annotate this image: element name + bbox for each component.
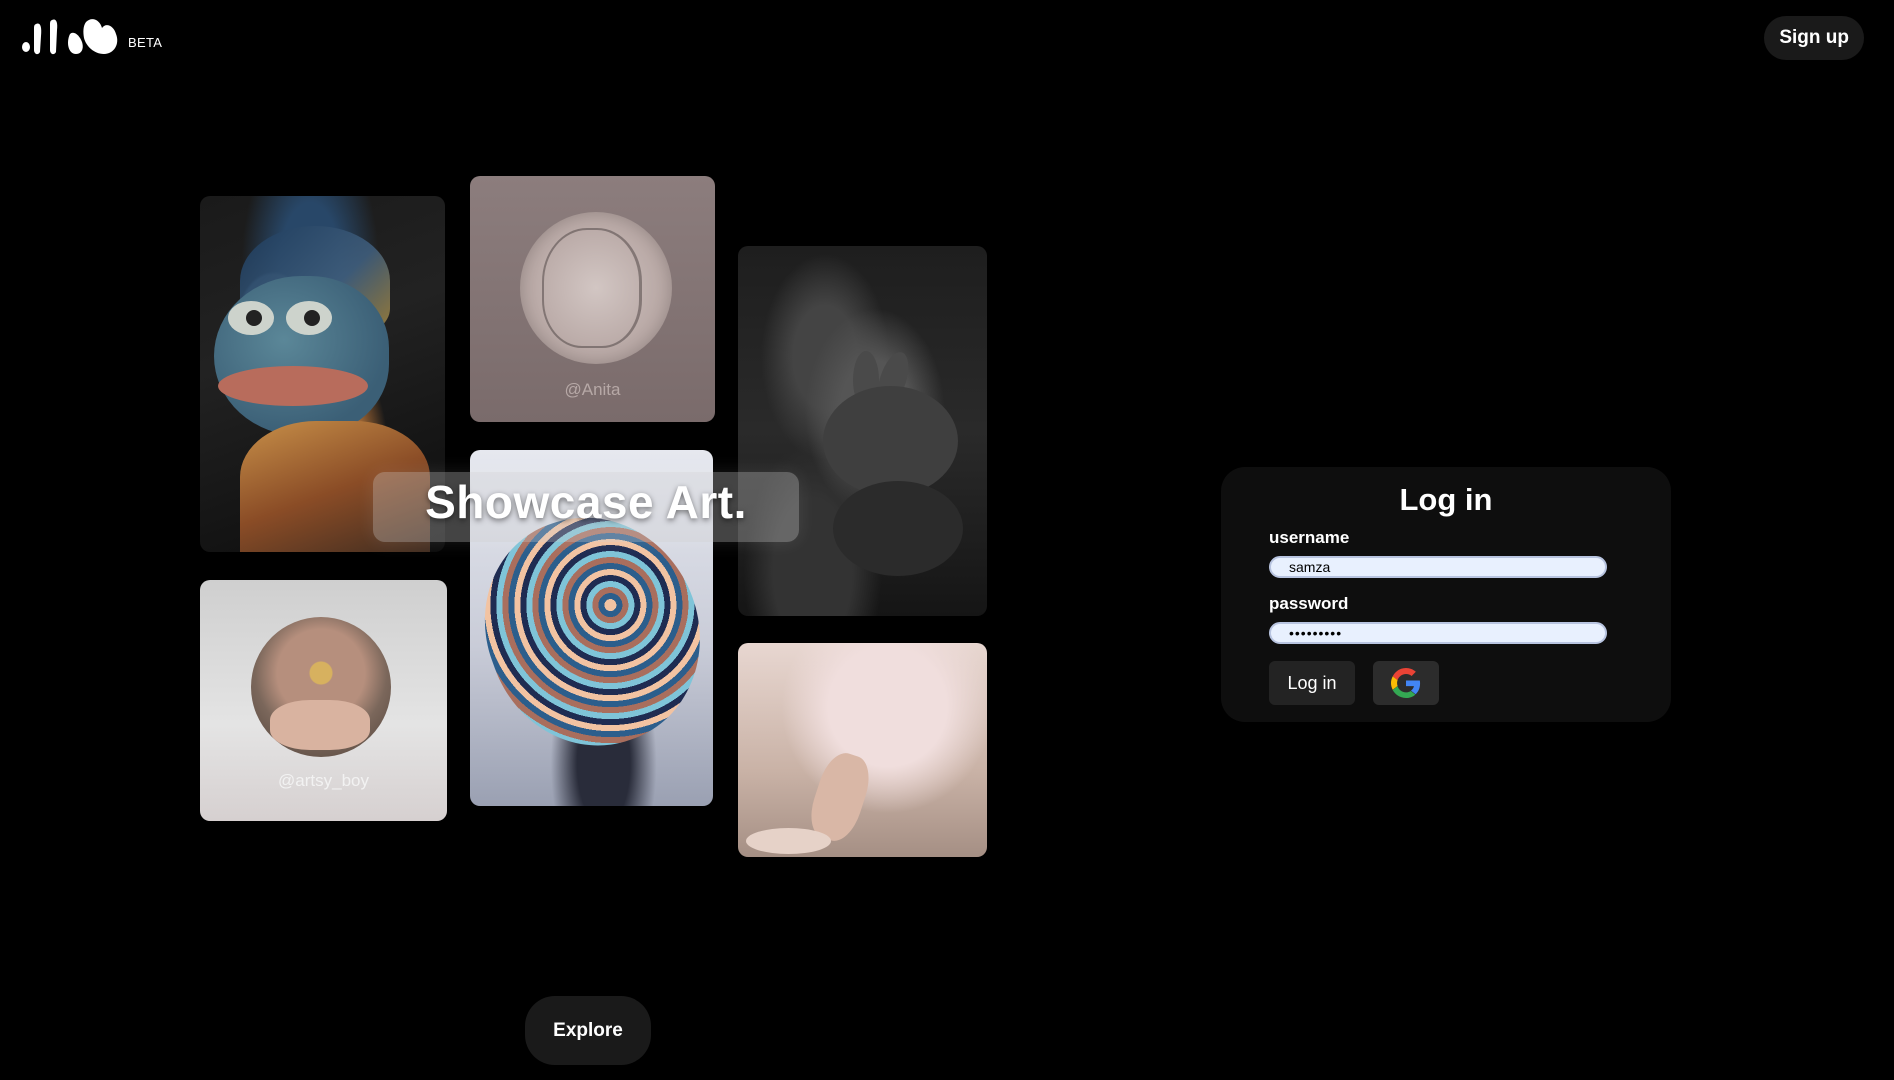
avatar-sketch [542,228,642,348]
explore-button[interactable]: Explore [525,996,651,1065]
profile-card-artsy-boy[interactable]: @artsy_boy [200,580,447,821]
profile-handle: @artsy_boy [278,771,369,790]
art-detail [286,301,332,335]
art-detail [214,276,389,436]
password-input[interactable] [1269,622,1607,644]
password-label: password [1269,594,1349,613]
art-detail [228,301,274,335]
google-icon [1391,668,1421,698]
art-card-ballet-painting[interactable] [738,643,987,857]
beta-label: BETA [128,35,163,50]
brand-logo[interactable]: BETA [22,16,162,56]
username-label: username [1269,528,1350,547]
logo-icon [22,19,118,55]
art-detail [823,386,958,496]
headline: Showcase Art. [425,476,747,528]
profile-handle: @Anita [564,380,621,399]
login-panel: Log in username password Log in [1221,467,1671,722]
art-detail [833,481,963,576]
art-detail [218,366,368,406]
signup-button[interactable]: Sign up [1764,16,1864,60]
login-title: Log in [1399,482,1493,517]
art-card-rabbits-photo[interactable] [738,246,987,616]
username-input[interactable] [1269,556,1607,578]
profile-card-anita[interactable]: @Anita [470,176,715,422]
art-detail [746,828,831,854]
google-login-button[interactable] [1373,661,1439,705]
avatar-detail [270,700,370,750]
login-button[interactable]: Log in [1269,661,1355,705]
